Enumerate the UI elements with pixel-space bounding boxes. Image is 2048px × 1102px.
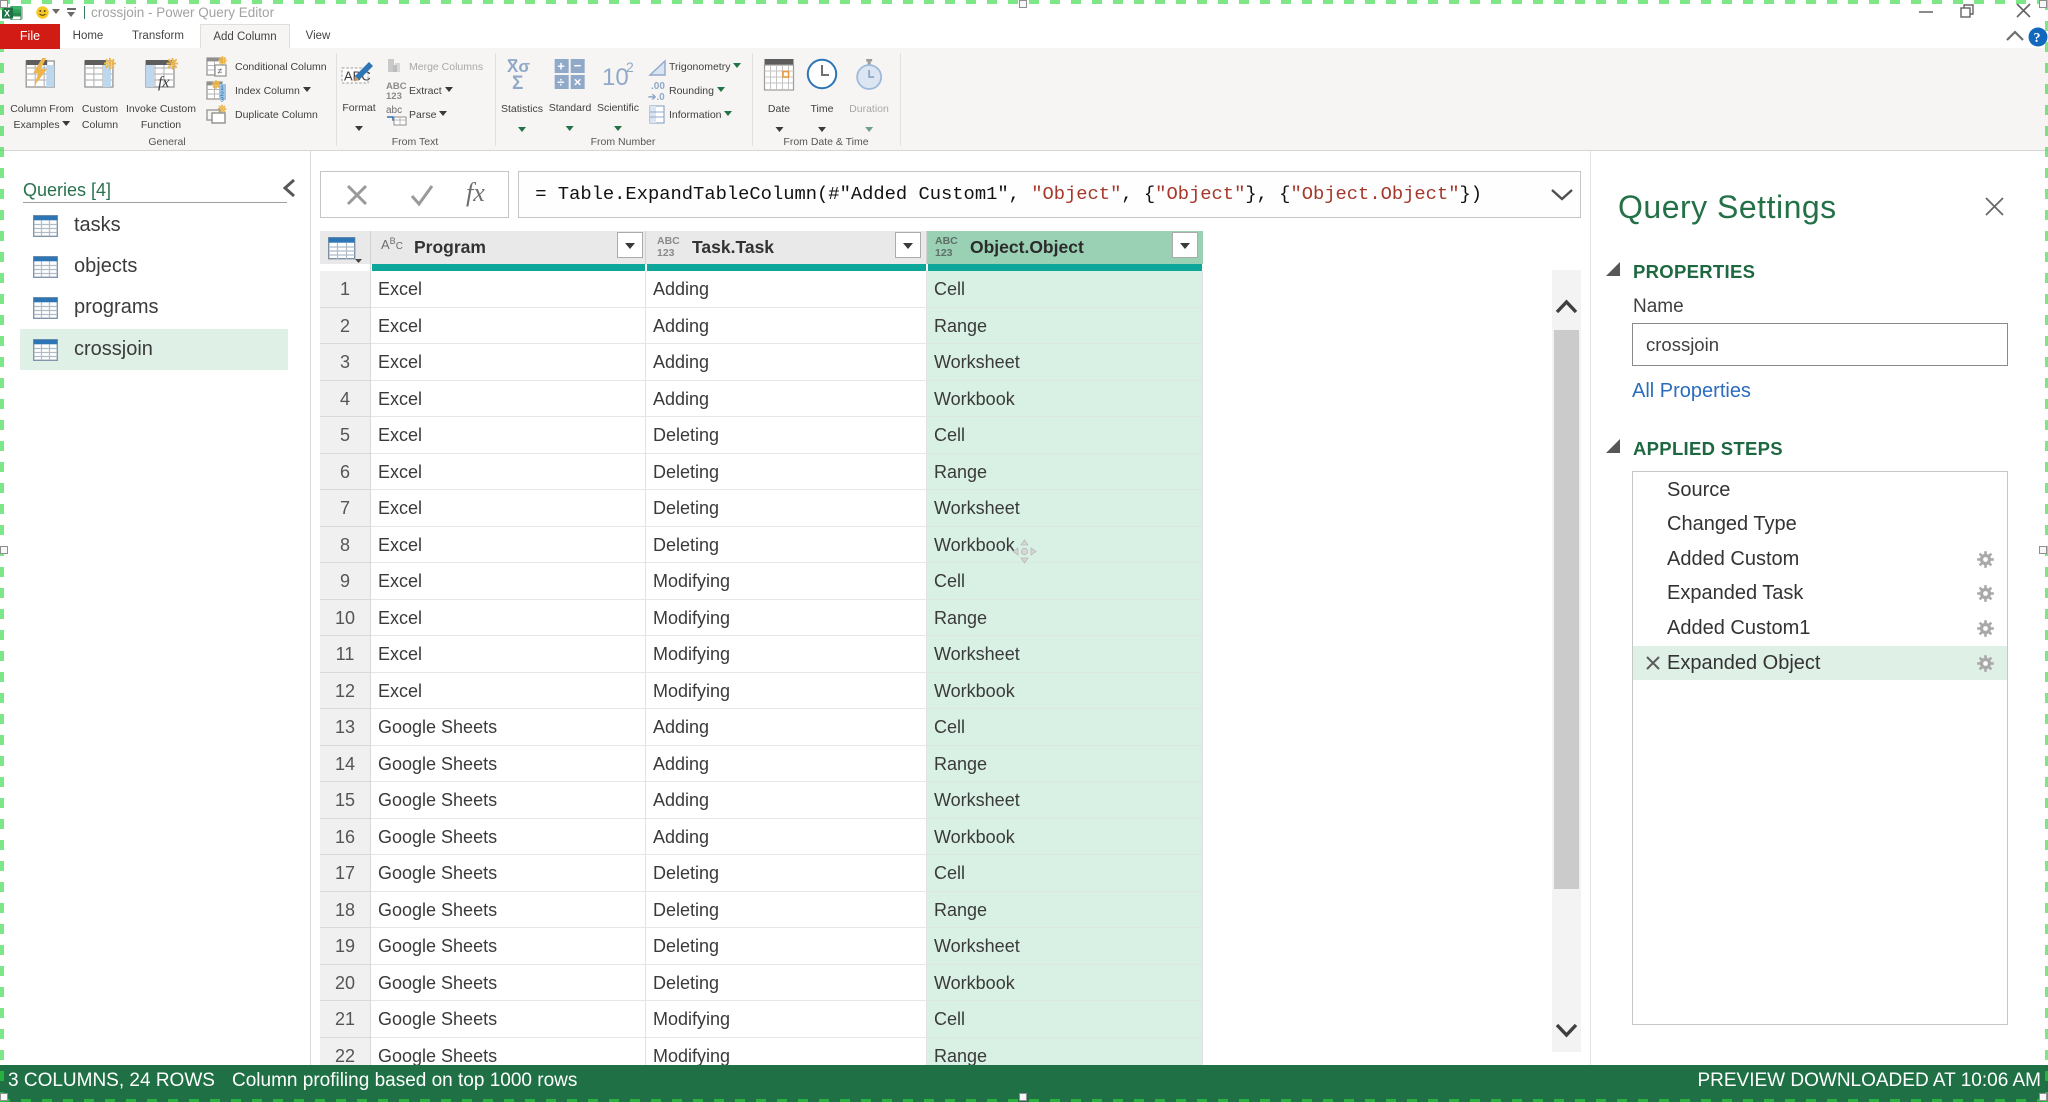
svg-text:+: +	[558, 59, 566, 74]
svg-text:fx: fx	[158, 74, 170, 91]
svg-text:≠: ≠	[218, 66, 223, 76]
svg-text:➔.0: ➔.0	[648, 92, 665, 102]
svg-text:123: 123	[386, 91, 402, 102]
svg-text:X: X	[4, 9, 10, 19]
svg-text:−: −	[574, 58, 582, 73]
svg-text:2: 2	[626, 59, 634, 75]
svg-text:Σ: Σ	[512, 73, 523, 91]
svg-text:÷: ÷	[558, 75, 565, 90]
svg-text:.00: .00	[651, 81, 665, 92]
svg-text:×: ×	[574, 75, 582, 90]
svg-text:3: 3	[220, 97, 224, 103]
svg-text:abc: abc	[386, 105, 402, 116]
svg-text:10: 10	[602, 64, 629, 90]
svg-text:?: ?	[2034, 31, 2041, 46]
